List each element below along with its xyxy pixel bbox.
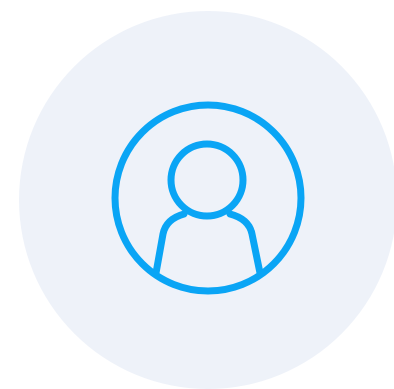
avatar-ring — [111, 101, 305, 295]
user-avatar-icon — [111, 101, 305, 295]
avatar-placeholder — [0, 0, 394, 389]
avatar-body — [152, 210, 264, 277]
avatar-head — [167, 140, 247, 220]
